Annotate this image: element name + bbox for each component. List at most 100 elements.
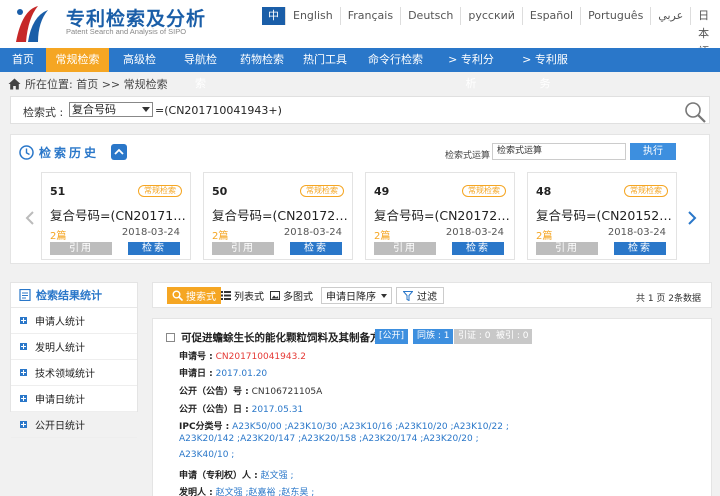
ipc-codes[interactable]: A23K40/10 ; — [179, 450, 234, 460]
pub-no-label: 公开（公告）号 : — [179, 387, 249, 397]
lang-ja[interactable]: 日本語 — [691, 7, 720, 58]
lang-fr[interactable]: Français — [341, 7, 402, 25]
applicant-row: 申请（专利权）人 : 赵文强 ; — [179, 468, 294, 481]
applicant-value[interactable]: 赵文强 ; — [261, 471, 294, 481]
ipc-row-cont: A23K40/10 ; — [179, 450, 234, 460]
nav-hot-tools[interactable]: 热门工具 — [293, 48, 357, 72]
history-date: 2018-03-24 — [607, 227, 666, 238]
site-header: 专利检索及分析 Patent Search and Analysis of SI… — [0, 0, 720, 58]
nav-command-search[interactable]: 命令行检索 — [357, 48, 434, 72]
cited-by-badge: 被引 : 0 — [492, 329, 533, 344]
family-badge[interactable]: 同族 : 1 — [413, 329, 454, 344]
search-button[interactable]: 检索 — [128, 242, 180, 255]
filter-label: 过滤 — [417, 292, 437, 303]
search-label: 检索式 : — [23, 106, 64, 119]
stats-tech-field[interactable]: 技术领域统计 — [11, 360, 137, 386]
nav-regular-search[interactable]: 常规检索 — [46, 48, 109, 72]
ipc-codes[interactable]: A23K50/00 ;A23K10/30 ;A23K10/16 ;A23K10/… — [232, 422, 509, 432]
search-button[interactable]: 检索 — [614, 242, 666, 255]
stats-pub-date[interactable]: 公开日统计 — [11, 412, 137, 438]
chevron-right-icon[interactable] — [687, 211, 697, 225]
result-checkbox[interactable] — [166, 333, 175, 342]
cite-button[interactable]: 引用 — [374, 242, 436, 255]
inventor-value[interactable]: 赵文强 ;赵嘉裕 ;赵东昊 ; — [216, 488, 315, 496]
lang-ru[interactable]: русский — [461, 7, 523, 25]
expand-icon — [20, 421, 27, 428]
filter-button[interactable]: 过滤 — [396, 287, 444, 304]
history-count: 2篇 — [212, 231, 229, 242]
search-field-value: 复合号码 — [72, 103, 116, 116]
nav-patent-analysis[interactable]: > 专利分析 — [434, 48, 508, 90]
history-card[interactable]: 50 常规检索 复合号码=(CN201720052103+) 2篇 2018-0… — [203, 172, 353, 260]
page-info: 共 1 页 2条数据 — [635, 294, 701, 304]
nav-navigation-search[interactable]: 导航检索 — [170, 48, 231, 90]
expand-icon — [20, 317, 27, 324]
search-icon[interactable] — [684, 101, 706, 123]
applicant-label: 申请（专利权）人 : — [179, 471, 258, 481]
chevron-left-icon[interactable] — [25, 211, 35, 225]
history-date: 2018-03-24 — [445, 227, 504, 238]
brand-subtitle: Patent Search and Analysis of SIPO — [66, 27, 187, 36]
sort-select[interactable]: 申请日降序 — [321, 287, 392, 304]
lang-de[interactable]: Deutsch — [401, 7, 462, 25]
lang-ar[interactable]: عربي — [651, 7, 692, 25]
result-title[interactable]: 可促进蟾蜍生长的能化颗粒饲料及其制备方法 — [181, 330, 391, 345]
history-type-tag: 常规检索 — [300, 185, 344, 197]
ipc-row: IPC分类号 : A23K50/00 ;A23K10/30 ;A23K10/16… — [179, 419, 509, 432]
operation-input[interactable]: 检索式运算 — [492, 143, 626, 160]
history-date: 2018-03-24 — [121, 227, 180, 238]
cite-button[interactable]: 引用 — [212, 242, 274, 255]
chevron-up-icon — [114, 148, 124, 155]
history-query: 复合号码=(CN201720052011+) — [374, 208, 510, 223]
app-date-value: 2017.01.20 — [215, 369, 268, 379]
search-field-select[interactable]: 复合号码 — [69, 102, 153, 117]
search-expression[interactable]: =(CN201710041943+) — [155, 104, 282, 117]
ipc-row-cont: A23K20/142 ;A23K20/147 ;A23K20/158 ;A23K… — [179, 434, 479, 444]
sipo-logo[interactable] — [8, 2, 58, 46]
ipc-codes[interactable]: A23K20/142 ;A23K20/147 ;A23K20/158 ;A23K… — [179, 434, 479, 444]
history-title: 检索历史 — [39, 146, 100, 160]
stats-inventor[interactable]: 发明人统计 — [11, 334, 137, 360]
lang-es[interactable]: Español — [523, 7, 582, 25]
history-type-tag: 常规检索 — [138, 185, 182, 197]
history-date: 2018-03-24 — [283, 227, 342, 238]
inventor-row: 发明人 : 赵文强 ;赵嘉裕 ;赵东昊 ; — [179, 485, 314, 496]
app-no-value[interactable]: CN201710041943.2 — [216, 352, 306, 362]
list-mode-button[interactable]: 列表式 — [221, 287, 264, 304]
app-no-label: 申请号 : — [179, 352, 213, 362]
nav-drug-search[interactable]: 药物检索 — [231, 48, 293, 72]
history-header: 检索历史 — [19, 144, 99, 161]
stats-applicant[interactable]: 申请人统计 — [11, 308, 137, 334]
search-button[interactable]: 检索 — [290, 242, 342, 255]
search-mode-button[interactable]: 搜索式 — [167, 287, 221, 304]
history-count: 2篇 — [536, 231, 553, 242]
history-collapse-button[interactable] — [111, 144, 127, 160]
stats-app-date[interactable]: 申请日统计 — [11, 386, 137, 412]
history-number: 50 — [212, 185, 228, 198]
nav-home[interactable]: 首页 — [0, 48, 46, 72]
lang-en[interactable]: English — [286, 7, 341, 25]
pub-date-label: 公开（公告）日 : — [179, 405, 249, 415]
lang-zh[interactable]: 中文 — [262, 7, 286, 40]
expand-icon — [20, 343, 27, 350]
cite-button[interactable]: 引用 — [50, 242, 112, 255]
list-mode-label: 列表式 — [234, 292, 264, 303]
multi-image-mode-button[interactable]: 多图式 — [270, 287, 313, 304]
filter-icon — [403, 290, 413, 301]
history-card[interactable]: 49 常规检索 复合号码=(CN201720052011+) 2篇 2018-0… — [365, 172, 515, 260]
history-card[interactable]: 51 常规检索 复合号码=(CN201710041943+) 2篇 2018-0… — [41, 172, 191, 260]
execute-button[interactable]: 执行 — [630, 143, 676, 160]
history-card[interactable]: 48 常规检索 复合号码=(CN201520512345+) 2篇 2018-0… — [527, 172, 677, 260]
search-icon — [172, 290, 183, 301]
breadcrumb: 所在位置: 首页 >> 常规检索 — [8, 76, 168, 92]
sort-label: 申请日降序 — [326, 292, 376, 303]
chevron-down-icon — [381, 293, 387, 298]
history-type-tag: 常规检索 — [624, 185, 668, 197]
search-button[interactable]: 检索 — [452, 242, 504, 255]
nav-patent-service[interactable]: > 专利服务 — [508, 48, 582, 90]
lang-pt[interactable]: Português — [581, 7, 652, 25]
history-query: 复合号码=(CN201710041943+) — [50, 208, 186, 223]
cite-button[interactable]: 引用 — [536, 242, 598, 255]
pub-no-row: 公开（公告）号 : CN106721105A — [179, 384, 322, 397]
nav-advanced-search[interactable]: 高级检索 — [109, 48, 170, 90]
